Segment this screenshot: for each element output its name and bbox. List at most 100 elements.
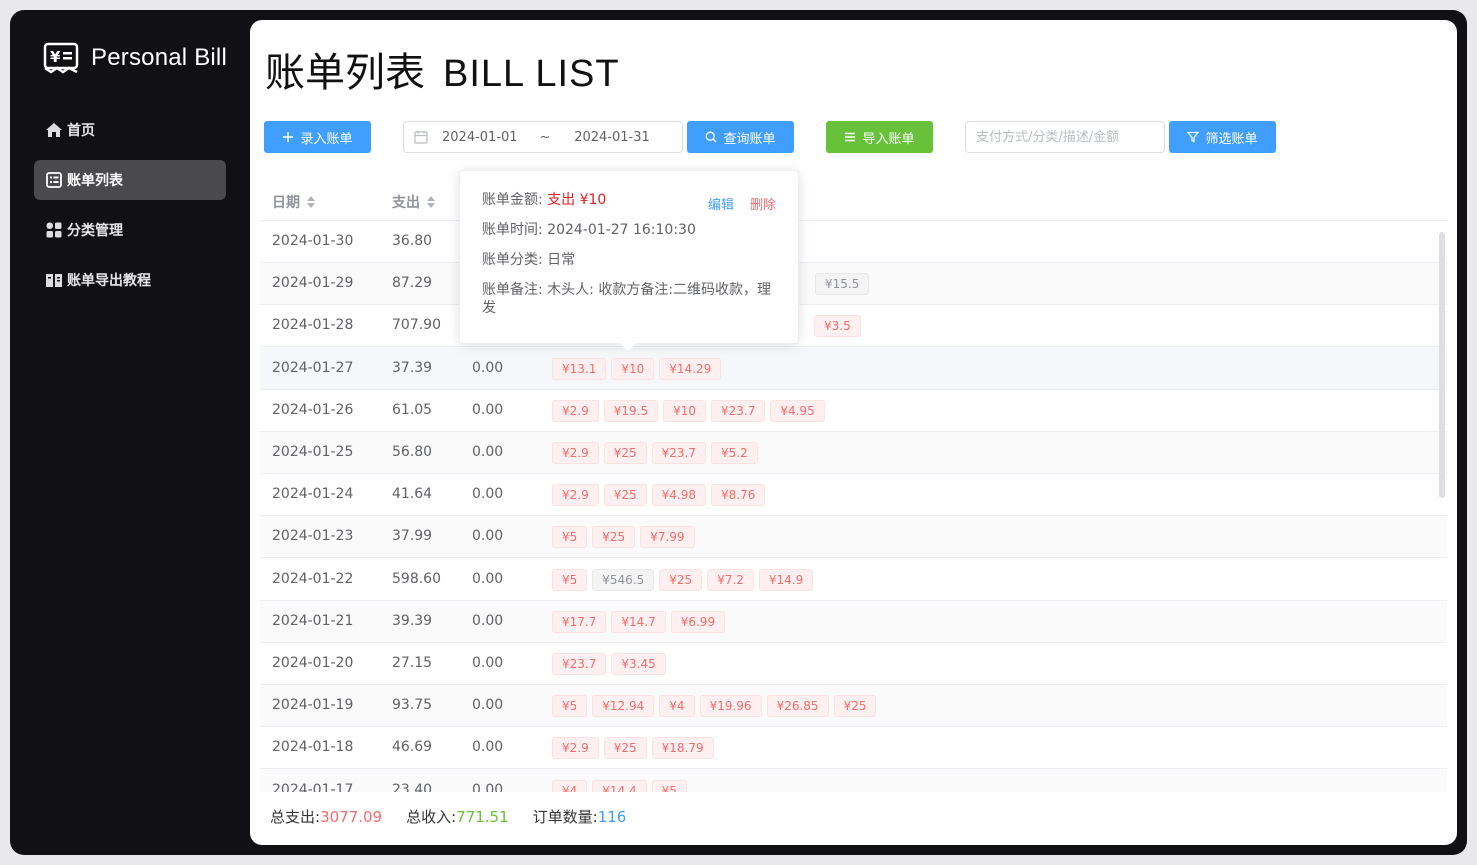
amount-tag[interactable]: ¥25 bbox=[603, 484, 647, 507]
amount-tag[interactable]: ¥7.2 bbox=[707, 568, 754, 591]
amount-tag[interactable]: ¥3.45 bbox=[611, 653, 666, 675]
sidebar-item-category[interactable]: 分类管理 bbox=[34, 210, 226, 250]
column-header-label: 支出 bbox=[392, 195, 420, 211]
cell-date: 2024-01-21 bbox=[272, 612, 354, 629]
amount-tag[interactable]: ¥2.9 bbox=[552, 399, 599, 422]
table-row[interactable]: 2024-01-27 37.39 0.00 ¥13.1 ¥10 ¥14.29 bbox=[260, 347, 1447, 390]
amount-tag[interactable]: ¥26.85 bbox=[766, 695, 829, 718]
amount-tag[interactable]: ¥18.79 bbox=[651, 737, 714, 760]
table-row[interactable]: 2024-01-17 23.40 0.00 ¥4 ¥14.4 ¥5 bbox=[260, 769, 1447, 792]
calendar-icon bbox=[414, 131, 428, 144]
delete-button[interactable]: 删除 bbox=[750, 198, 776, 213]
amount-tag[interactable]: ¥25 bbox=[833, 695, 877, 718]
total-expense-value: 3077.09 bbox=[320, 808, 383, 826]
amount-tag[interactable]: ¥6.99 bbox=[670, 610, 726, 633]
time-label: 账单时间: bbox=[482, 222, 543, 238]
table-row[interactable]: 2024-01-21 39.39 0.00 ¥17.7 ¥14.7 ¥6.99 bbox=[260, 600, 1447, 643]
amount-tag[interactable]: ¥12.94 bbox=[592, 695, 655, 718]
table-scrollbar[interactable] bbox=[1439, 232, 1445, 498]
amount-tag[interactable]: ¥25 bbox=[603, 442, 647, 464]
table-row[interactable]: 2024-01-29 87.29 ¥15.5 bbox=[260, 263, 1447, 306]
amount-tag[interactable]: ¥10 bbox=[611, 357, 655, 380]
amount-tag[interactable]: ¥5 bbox=[552, 526, 588, 549]
table-row[interactable]: 2024-01-19 93.75 0.00 ¥5 ¥12.94 ¥4 ¥19.96 ¥26.8… bbox=[260, 685, 1447, 728]
filter-input[interactable] bbox=[965, 121, 1165, 153]
table-row[interactable]: 2024-01-20 27.15 0.00 ¥23.7 ¥3.45 bbox=[260, 643, 1447, 685]
amount-tag[interactable]: ¥8.76 bbox=[710, 484, 766, 507]
amount-label: 账单金额: bbox=[482, 192, 543, 208]
filter-bill-button[interactable]: 筛选账单 bbox=[1169, 121, 1276, 153]
sidebar-item-label: 首页 bbox=[67, 123, 95, 139]
amount-tag[interactable]: ¥10 bbox=[663, 399, 706, 422]
sort-icon[interactable] bbox=[306, 195, 316, 209]
amount-tag[interactable]: ¥25 bbox=[592, 526, 636, 549]
import-bill-button[interactable]: 导入账单 bbox=[826, 121, 933, 153]
amount-tag[interactable]: ¥14.29 bbox=[659, 357, 722, 380]
amount-tag[interactable]: ¥25 bbox=[603, 737, 647, 760]
amount-tag[interactable]: ¥23.7 bbox=[651, 442, 706, 464]
app-name: Personal Bill bbox=[91, 44, 227, 71]
amount-tag[interactable]: ¥2.9 bbox=[552, 442, 599, 464]
query-bill-label: 查询账单 bbox=[723, 130, 776, 146]
amount-tag[interactable]: ¥4 bbox=[552, 779, 588, 792]
amount-tag[interactable]: ¥23.7 bbox=[552, 653, 607, 675]
amount-tag[interactable]: ¥4 bbox=[659, 695, 695, 718]
sidebar-item-export-guide[interactable]: 账单导出教程 bbox=[34, 260, 226, 300]
sidebar-item-bill-list[interactable]: 账单列表 bbox=[34, 160, 226, 200]
amount-tag[interactable]: ¥19.96 bbox=[699, 695, 762, 718]
amount-tag[interactable]: ¥15.5 bbox=[815, 273, 870, 296]
total-income: 总收入:771.51 bbox=[406, 806, 509, 827]
amount-tag[interactable]: ¥5.2 bbox=[710, 442, 758, 464]
amount-tag[interactable]: ¥19.5 bbox=[603, 399, 659, 422]
table-row[interactable]: 2024-01-28 707.90 ¥3.5 bbox=[260, 305, 1447, 348]
amount-tag[interactable]: ¥5 bbox=[651, 779, 687, 792]
cell-date: 2024-01-28 bbox=[272, 317, 354, 334]
date-start[interactable]: 2024-01-01 bbox=[442, 130, 528, 145]
add-bill-button[interactable]: 录入账单 bbox=[264, 121, 371, 153]
date-end[interactable]: 2024-01-31 bbox=[562, 130, 662, 145]
table-row[interactable]: 2024-01-30 36.80 bbox=[260, 221, 1447, 263]
amount-tag[interactable]: ¥14.9 bbox=[758, 568, 814, 591]
amount-tag[interactable]: ¥14.7 bbox=[611, 610, 666, 633]
amount-tag[interactable]: ¥25 bbox=[659, 568, 703, 591]
cell-tags: ¥23.7 ¥3.45 bbox=[552, 653, 671, 675]
page-title-cn: 账单列表 bbox=[265, 51, 425, 95]
cell-date: 2024-01-30 bbox=[272, 233, 354, 249]
table-row[interactable]: 2024-01-24 41.64 0.00 ¥2.9 ¥25 ¥4.98 ¥8.76 bbox=[260, 474, 1447, 517]
cell-income: 0.00 bbox=[472, 401, 504, 418]
amount-tag[interactable]: ¥17.7 bbox=[552, 610, 607, 633]
table-row[interactable]: 2024-01-22 598.60 0.00 ¥5 ¥546.5 ¥25 ¥7.2 ¥14.9 bbox=[260, 559, 1447, 601]
sidebar-item-home[interactable]: 首页 bbox=[34, 110, 226, 150]
amount-tag[interactable]: ¥2.9 bbox=[552, 484, 599, 507]
table-row[interactable]: 2024-01-23 37.99 0.00 ¥5 ¥25 ¥7.99 bbox=[260, 516, 1447, 559]
table-row[interactable]: 2024-01-18 46.69 0.00 ¥2.9 ¥25 ¥18.79 bbox=[260, 727, 1447, 770]
cell-expense: 27.15 bbox=[392, 655, 433, 671]
app-window: ¥ Personal Bill 首页 账单列表 分类管理 账单导出教程 账单列表… bbox=[10, 10, 1467, 855]
amount-tag[interactable]: ¥2.9 bbox=[552, 737, 599, 760]
table-row[interactable]: 2024-01-25 56.80 0.00 ¥2.9 ¥25 ¥23.7 ¥5.2 bbox=[260, 432, 1447, 474]
amount-tag[interactable]: ¥13.1 bbox=[552, 357, 607, 380]
column-header-expense[interactable]: 支出 bbox=[392, 192, 436, 212]
amount-tag[interactable]: ¥7.99 bbox=[640, 526, 695, 549]
amount-tag[interactable]: ¥23.7 bbox=[710, 399, 766, 422]
column-header-date[interactable]: 日期 bbox=[272, 192, 316, 212]
sidebar-item-label: 账单导出教程 bbox=[67, 273, 151, 289]
date-range-picker[interactable]: 2024-01-01 ~ 2024-01-31 bbox=[403, 121, 683, 153]
amount-tag[interactable]: ¥5 bbox=[552, 568, 588, 591]
menu-icon bbox=[845, 132, 856, 142]
amount-tag[interactable]: ¥5 bbox=[552, 695, 588, 718]
filter-bill-label: 筛选账单 bbox=[1205, 130, 1258, 146]
cell-expense: 87.29 bbox=[392, 275, 433, 292]
amount-tag[interactable]: ¥4.98 bbox=[651, 484, 706, 507]
amount-tag[interactable]: ¥14.4 bbox=[592, 779, 647, 792]
sidebar-item-label: 分类管理 bbox=[67, 223, 123, 239]
query-bill-button[interactable]: 查询账单 bbox=[687, 121, 794, 153]
sort-icon[interactable] bbox=[426, 195, 436, 209]
amount-tag[interactable]: ¥4.95 bbox=[770, 399, 825, 422]
amount-tag[interactable]: ¥546.5 bbox=[592, 568, 655, 591]
edit-button[interactable]: 编辑 bbox=[708, 198, 734, 213]
cell-tags: ¥2.9 ¥19.5 ¥10 ¥23.7 ¥4.95 bbox=[552, 399, 830, 422]
cell-tags: ¥17.7 ¥14.7 ¥6.99 bbox=[552, 610, 730, 633]
amount-tag[interactable]: ¥3.5 bbox=[814, 315, 861, 338]
table-row[interactable]: 2024-01-26 61.05 0.00 ¥2.9 ¥19.5 ¥10 ¥23.7 ¥4.9… bbox=[260, 390, 1447, 432]
